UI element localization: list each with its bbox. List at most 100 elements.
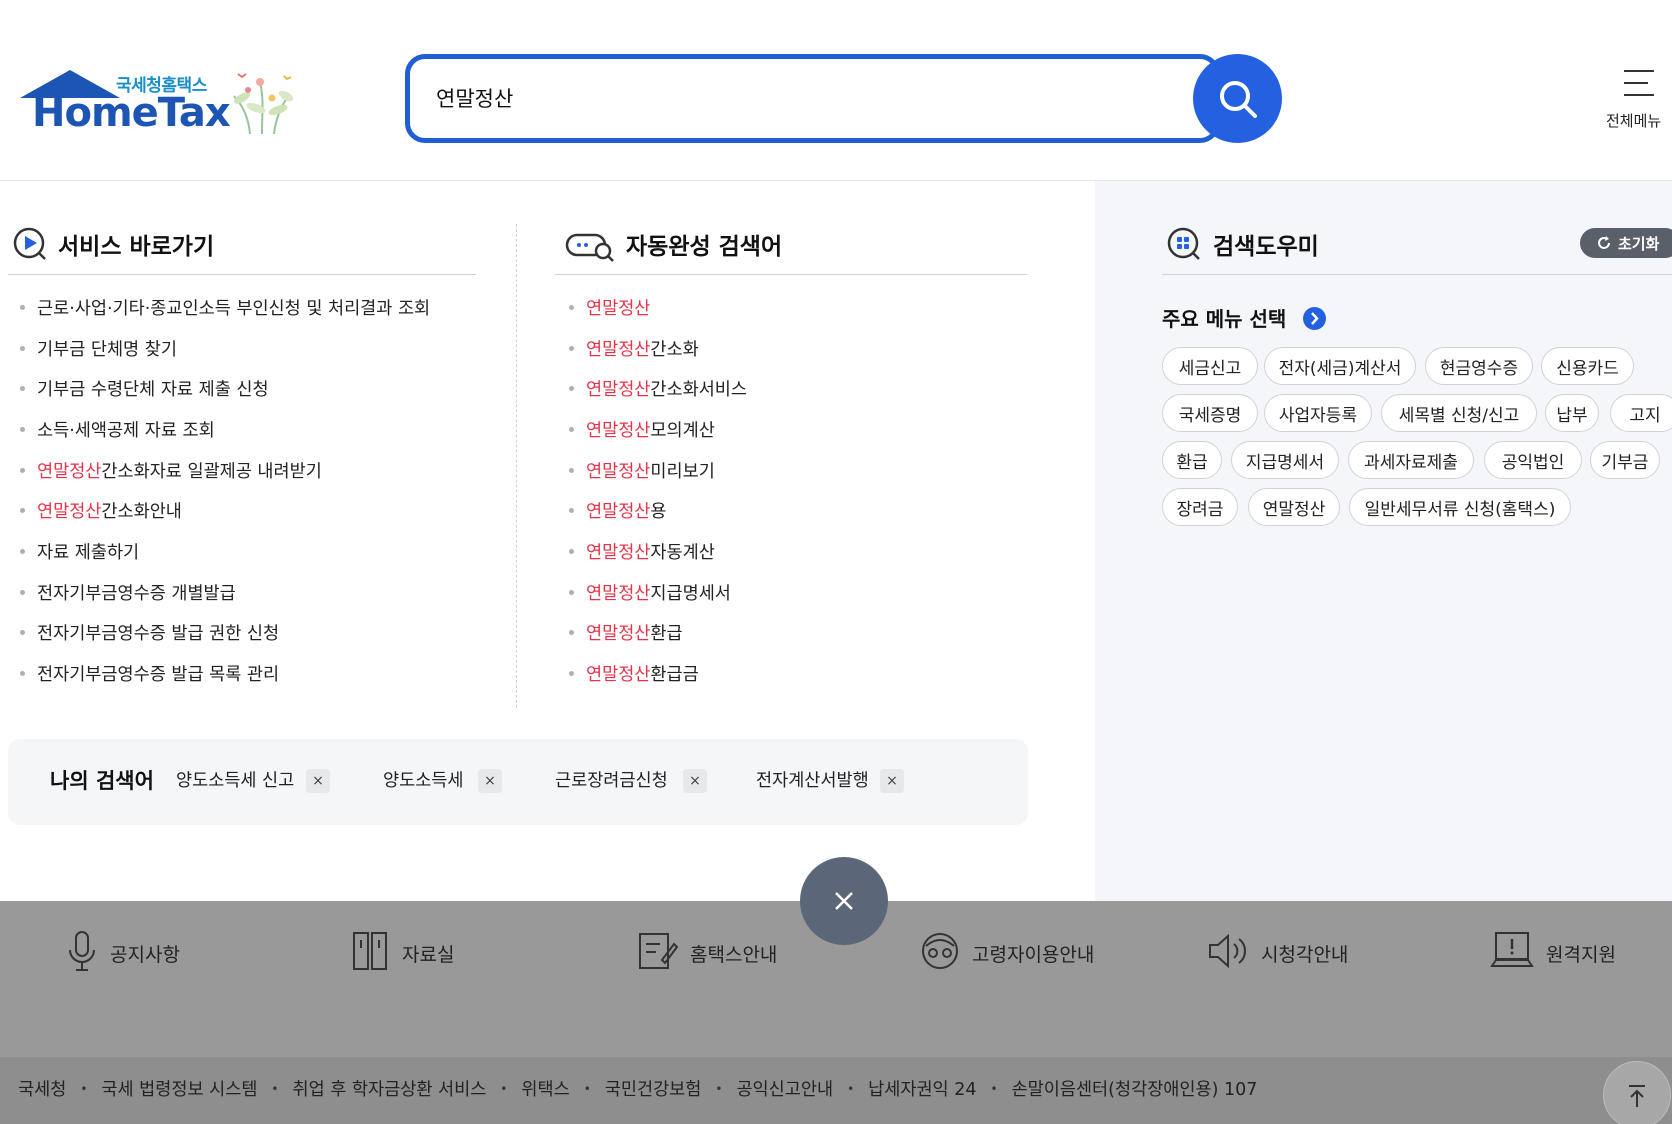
microphone-icon: [66, 930, 110, 977]
autocomplete-item[interactable]: 연말정산 환급금: [557, 653, 747, 694]
bullet-icon: [569, 508, 574, 514]
search-button[interactable]: [1193, 54, 1282, 143]
menu-chip[interactable]: 환급: [1162, 441, 1222, 479]
search-helper-panel: [1095, 181, 1672, 901]
service-item[interactable]: 소득·세액공제 자료 조회: [8, 409, 430, 450]
menu-chip[interactable]: 납부: [1545, 394, 1599, 432]
highlight-term: 연말정산: [586, 420, 651, 441]
menu-chip[interactable]: 일반세무서류 신청(홈택스): [1349, 488, 1571, 526]
menu-chip[interactable]: 국세증명: [1162, 394, 1258, 432]
search-input[interactable]: [436, 80, 1156, 116]
remove-tag-button[interactable]: ×: [478, 769, 502, 793]
autocomplete-divider: [555, 274, 1027, 275]
archive-icon: [352, 930, 402, 977]
highlight-term: 연말정산: [586, 502, 651, 523]
service-item[interactable]: 기부금 수령단체 자료 제출 신청: [8, 368, 430, 409]
menu-chip[interactable]: 기부금: [1590, 441, 1660, 479]
hometax-logo[interactable]: 국세청홈택스 HomeTax: [18, 66, 303, 140]
quick-link[interactable]: 고령자이용안내: [920, 930, 1094, 977]
service-item-label: 기부금 단체명 찾기: [37, 339, 177, 360]
bullet-icon: [569, 386, 574, 392]
service-item[interactable]: 연말정산 간소화자료 일괄제공 내려받기: [8, 450, 430, 491]
footer-link[interactable]: 취업 후 학자금상환 서비스: [293, 1076, 487, 1101]
column-divider: [516, 224, 517, 708]
footer-link[interactable]: 납세자권익 24: [868, 1076, 976, 1101]
bullet-icon: [20, 304, 25, 310]
recent-search-tag[interactable]: 근로장려금신청: [555, 767, 668, 792]
highlight-term: 연말정산: [586, 542, 651, 563]
recent-search-tag[interactable]: 양도소득세: [383, 767, 464, 792]
menu-chip[interactable]: 세금신고: [1162, 347, 1258, 385]
remote-support-icon: [1490, 930, 1546, 977]
menu-chip[interactable]: 전자(세금)계산서: [1264, 347, 1416, 385]
remove-tag-button[interactable]: ×: [683, 769, 707, 793]
service-item-label: 전자기부금영수증 발급 권한 신청: [37, 624, 280, 645]
remove-tag-button[interactable]: ×: [306, 769, 330, 793]
grid-circle-icon: [1167, 227, 1200, 260]
bullet-icon: [20, 426, 25, 432]
autocomplete-item[interactable]: 연말정산 환급: [557, 613, 747, 654]
footer-link[interactable]: 국세 법령정보 시스템: [101, 1076, 257, 1101]
service-item[interactable]: 전자기부금영수증 발급 목록 관리: [8, 653, 430, 694]
menu-chip[interactable]: 지급명세서: [1231, 441, 1339, 479]
separator-dot: •: [583, 1081, 591, 1096]
quick-link[interactable]: 시청각안내: [1207, 930, 1348, 977]
autocomplete-item[interactable]: 연말정산 모의계산: [557, 409, 747, 450]
footer-link[interactable]: 공익신고안내: [736, 1076, 833, 1101]
menu-chip[interactable]: 장려금: [1162, 488, 1238, 526]
quick-link[interactable]: 공지사항: [66, 930, 180, 977]
recent-search-tag[interactable]: 전자계산서발행: [756, 767, 869, 792]
bullet-icon: [20, 589, 25, 595]
service-item[interactable]: 연말정산 간소화안내: [8, 490, 430, 531]
autocomplete-suffix: 환급: [650, 624, 683, 645]
autocomplete-item[interactable]: 연말정산: [557, 287, 747, 328]
footer-link[interactable]: 손말이음센터(청각장애인용) 107: [1012, 1076, 1258, 1101]
quick-link[interactable]: 원격지원: [1490, 930, 1616, 977]
service-item[interactable]: 자료 제출하기: [8, 531, 430, 572]
footer-link[interactable]: 위택스: [521, 1076, 569, 1101]
flower-decoration-icon: [233, 73, 294, 134]
bullet-icon: [20, 386, 25, 392]
reset-button[interactable]: 초기화: [1580, 228, 1672, 258]
autocomplete-item[interactable]: 연말정산 지급명세서: [557, 572, 747, 613]
service-item[interactable]: 근로·사업·기타·종교인소득 부인신청 및 처리결과 조회: [8, 287, 430, 328]
recent-search-tag[interactable]: 양도소득세 신고: [176, 767, 294, 792]
quick-link[interactable]: 자료실: [352, 930, 454, 977]
service-item-label: 전자기부금영수증 발급 목록 관리: [37, 665, 280, 686]
footer-link[interactable]: 국민건강보험: [605, 1076, 702, 1101]
autocomplete-item[interactable]: 연말정산 간소화: [557, 328, 747, 369]
chevron-right-icon[interactable]: [1303, 307, 1326, 330]
reset-label: 초기화: [1618, 234, 1660, 253]
separator-dot: •: [500, 1081, 508, 1096]
menu-chip[interactable]: 신용카드: [1541, 347, 1634, 385]
autocomplete-suffix: 용: [650, 502, 667, 523]
menu-chip[interactable]: 고지: [1610, 394, 1672, 432]
autocomplete-item[interactable]: 연말정산 자동계산: [557, 531, 747, 572]
menu-chip[interactable]: 공익법인: [1484, 441, 1582, 479]
separator-dot: •: [715, 1081, 723, 1096]
menu-chip[interactable]: 사업자등록: [1264, 394, 1372, 432]
all-menu-button[interactable]: 전체메뉴: [1604, 66, 1670, 132]
service-item[interactable]: 전자기부금영수증 개별발급: [8, 572, 430, 613]
bullet-icon: [569, 548, 574, 554]
remove-tag-button[interactable]: ×: [880, 769, 904, 793]
quick-link[interactable]: 홈택스안내: [638, 930, 777, 977]
helper-divider: [1162, 274, 1672, 275]
close-search-button[interactable]: [800, 857, 888, 945]
autocomplete-item[interactable]: 연말정산 간소화서비스: [557, 368, 747, 409]
menu-chip[interactable]: 연말정산: [1248, 488, 1340, 526]
service-item[interactable]: 전자기부금영수증 발급 권한 신청: [8, 613, 430, 654]
service-item[interactable]: 기부금 단체명 찾기: [8, 328, 430, 369]
autocomplete-item[interactable]: 연말정산 용: [557, 490, 747, 531]
scroll-top-button[interactable]: [1603, 1061, 1671, 1124]
autocomplete-suffix: 자동계산: [650, 542, 715, 563]
quick-link-label: 시청각안내: [1261, 944, 1349, 966]
service-item-label: 근로·사업·기타·종교인소득 부인신청 및 처리결과 조회: [37, 298, 431, 319]
menu-chip[interactable]: 세목별 신청/신고: [1381, 394, 1537, 432]
footer-link[interactable]: 국세청: [18, 1076, 66, 1101]
autocomplete-item[interactable]: 연말정산 미리보기: [557, 450, 747, 491]
menu-chip[interactable]: 과세자료제출: [1348, 441, 1474, 479]
bullet-icon: [20, 630, 25, 636]
autocomplete-suffix: 환급금: [650, 665, 699, 686]
menu-chip[interactable]: 현금영수증: [1425, 347, 1533, 385]
